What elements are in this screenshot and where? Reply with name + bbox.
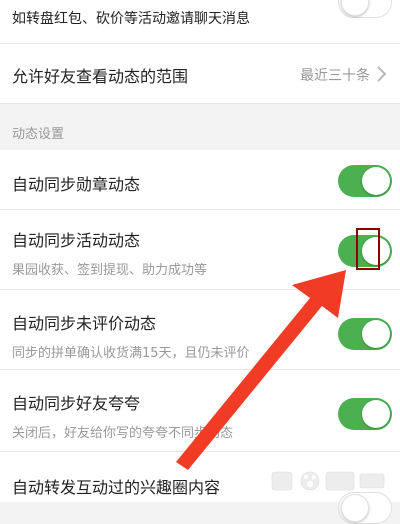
friend-scope-value: 最近三十条	[300, 68, 370, 84]
redpacket-invite-toggle[interactable]	[338, 0, 392, 18]
toggle-knob	[341, 0, 369, 16]
setting-title: 自动同步活动动态	[12, 231, 141, 250]
toggle-knob	[341, 494, 369, 522]
interest-forward-toggle[interactable]	[338, 492, 392, 524]
activity-sync-toggle[interactable]	[338, 235, 392, 267]
section-label: 动态设置	[12, 127, 65, 142]
toggle-knob	[362, 237, 390, 265]
setting-title: 自动转发互动过的兴趣圈内容	[12, 478, 221, 497]
baidu-logo-icon	[271, 471, 385, 491]
settings-screen: 如转盘红包、砍价等活动邀请聊天消息 允许好友查看动态的范围 最近三十条 动态设置…	[0, 0, 400, 524]
toggle-knob	[362, 167, 390, 195]
unreviewed-sync-toggle[interactable]	[338, 318, 392, 350]
section-header: 动态设置	[0, 104, 400, 150]
setting-title: 自动同步好友夸夸	[12, 394, 141, 413]
setting-row-activity[interactable]: 自动同步活动动态 果园收获、签到提现、助力成功等	[0, 210, 400, 290]
badge-sync-toggle[interactable]	[338, 165, 392, 197]
redpacket-invite-row[interactable]: 如转盘红包、砍价等活动邀请聊天消息	[0, 0, 400, 44]
redpacket-invite-title: 如转盘红包、砍价等活动邀请聊天消息	[12, 11, 250, 27]
setting-subtitle: 果园收获、签到提现、助力成功等	[12, 263, 208, 278]
friend-scope-title: 允许好友查看动态的范围	[12, 67, 189, 86]
setting-subtitle: 同步的拼单确认收货满15天，且仍未评价	[12, 346, 250, 361]
setting-row-unreviewed[interactable]: 自动同步未评价动态 同步的拼单确认收货满15天，且仍未评价	[0, 290, 400, 370]
setting-subtitle: 关闭后，好友给你写的夸夸不同步动态	[12, 426, 234, 441]
setting-title: 自动同步未评价动态	[12, 314, 157, 333]
setting-title: 自动同步勋章动态	[12, 175, 141, 194]
toggle-knob	[362, 320, 390, 348]
toggle-knob	[362, 400, 390, 428]
friend-scope-row[interactable]: 允许好友查看动态的范围 最近三十条	[0, 44, 400, 104]
chevron-right-icon	[377, 66, 387, 82]
praise-sync-toggle[interactable]	[338, 398, 392, 430]
setting-row-badge[interactable]: 自动同步勋章动态	[0, 150, 400, 210]
setting-row-praise[interactable]: 自动同步好友夸夸 关闭后，好友给你写的夸夸不同步动态	[0, 370, 400, 452]
